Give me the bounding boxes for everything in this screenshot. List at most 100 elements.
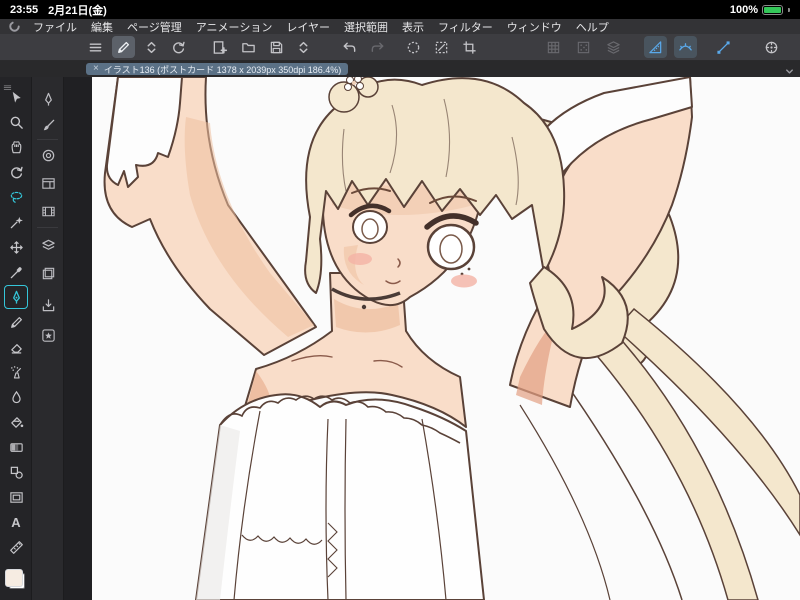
material-icon — [607, 40, 620, 54]
quick-access-dial-button[interactable] — [760, 36, 783, 58]
new-canvas-button[interactable] — [208, 36, 231, 58]
favorites-dock-button[interactable] — [36, 323, 60, 347]
canvas[interactable] — [92, 77, 800, 600]
menu-icon — [89, 43, 102, 51]
menu-item-animation[interactable]: アニメーション — [196, 19, 273, 35]
magic-wand-icon — [10, 216, 23, 228]
sub-tool-icon — [44, 92, 52, 106]
auto-select-tool[interactable] — [4, 210, 28, 234]
menu-item-page-manage[interactable]: ページ管理 — [127, 19, 182, 35]
sub-tool-dock-button[interactable] — [36, 87, 60, 111]
blend-tool[interactable] — [4, 385, 28, 409]
zoom-tool[interactable] — [4, 110, 28, 134]
deselect-button[interactable] — [430, 36, 453, 58]
import-dock-button[interactable] — [36, 293, 60, 317]
airbrush-tool[interactable] — [4, 360, 28, 384]
rotate-canvas-icon — [10, 166, 23, 178]
import-icon — [42, 298, 54, 311]
rotate-canvas-tool[interactable] — [4, 160, 28, 184]
ruler-icon — [9, 540, 23, 554]
menu-item-selection[interactable]: 選択範囲 — [344, 19, 388, 35]
app-logo-icon[interactable] — [8, 20, 21, 33]
move-layer-tool[interactable] — [4, 235, 28, 259]
snap-linear-ruler-button[interactable] — [644, 36, 667, 58]
menu-button[interactable] — [84, 36, 107, 58]
selection-launcher-button[interactable] — [402, 36, 425, 58]
status-date: 2月21日(金) — [48, 4, 107, 17]
toolbar-grip-icon[interactable] — [3, 78, 12, 90]
pencil-tool[interactable] — [4, 310, 28, 334]
menu-item-layer[interactable]: レイヤー — [286, 19, 330, 35]
main-color-swatch[interactable] — [5, 569, 23, 587]
timeline-dock-button[interactable] — [36, 199, 60, 223]
layers-dock-button[interactable] — [36, 261, 60, 285]
collapse-toggle-button[interactable] — [140, 36, 163, 58]
redo-icon — [371, 42, 384, 52]
redo-button[interactable] — [366, 36, 389, 58]
undo-button[interactable] — [338, 36, 361, 58]
collapse-icon — [147, 41, 156, 53]
brush-settings-dock-button[interactable] — [36, 113, 60, 137]
workspace-edit-button[interactable] — [112, 36, 135, 58]
layer-property-icon — [41, 239, 55, 250]
save-file-button[interactable] — [265, 36, 288, 58]
snap-special-ruler-button[interactable] — [674, 36, 697, 58]
airbrush-icon — [10, 365, 21, 378]
lasso-select-tool[interactable] — [4, 185, 28, 209]
crop-mark-button[interactable] — [458, 36, 481, 58]
menu-item-view[interactable]: 表示 — [402, 19, 424, 35]
open-file-button[interactable] — [237, 36, 260, 58]
film-strip-icon — [41, 206, 55, 216]
screentone-button[interactable] — [572, 36, 595, 58]
vector-snap-button[interactable] — [712, 36, 735, 58]
edit-pencil-icon — [118, 41, 130, 53]
magnifier-icon — [10, 116, 23, 129]
crop-icon — [463, 40, 476, 54]
figure-tool[interactable] — [4, 460, 28, 484]
open-folder-icon — [242, 42, 255, 52]
vector-snap-icon — [717, 40, 730, 54]
tab-close-icon[interactable]: × — [93, 64, 99, 74]
material-button[interactable] — [602, 36, 625, 58]
menu-item-filter[interactable]: フィルター — [438, 19, 493, 35]
document-tab-title: イラスト136 (ポストカード 1378 x 2039px 350dpi 186… — [103, 64, 342, 75]
operation-tool[interactable] — [4, 85, 28, 109]
menu-item-file[interactable]: ファイル — [33, 19, 77, 35]
palette-dock — [32, 77, 64, 600]
battery-icon — [762, 4, 783, 15]
rotate-reset-button[interactable] — [167, 36, 190, 58]
navigator-dock-button[interactable] — [36, 171, 60, 195]
pen-tool[interactable] — [4, 285, 28, 309]
document-tab[interactable]: × イラスト136 (ポストカード 1378 x 2039px 350dpi 1… — [86, 63, 349, 75]
eyedropper-icon — [10, 266, 22, 278]
menu-item-edit[interactable]: 編集 — [91, 19, 113, 35]
current-color-swatch[interactable] — [5, 569, 25, 589]
frame-border-tool[interactable] — [4, 485, 28, 509]
eraser-tool[interactable] — [4, 335, 28, 359]
menu-bar: ファイル 編集 ページ管理 アニメーション レイヤー 選択範囲 表示 フィルター… — [0, 19, 800, 34]
fill-tool[interactable] — [4, 410, 28, 434]
menu-item-help[interactable]: ヘルプ — [576, 19, 609, 35]
selection-launcher-icon — [407, 41, 420, 53]
text-tool[interactable]: A — [4, 510, 28, 534]
frame-icon — [9, 491, 23, 503]
eyedropper-tool[interactable] — [4, 260, 28, 284]
panel-toggle-button[interactable] — [292, 36, 315, 58]
lasso-icon — [10, 191, 22, 203]
gradient-tool[interactable] — [4, 435, 28, 459]
brush-icon — [43, 119, 54, 130]
droplet-icon — [11, 390, 21, 403]
ruler-tool[interactable] — [4, 535, 28, 559]
grid-button[interactable] — [542, 36, 565, 58]
panel-toggle-icon — [299, 41, 308, 53]
battery-percent: 100% — [729, 3, 758, 16]
color-wheel-icon — [42, 149, 54, 161]
hand-tool[interactable] — [4, 135, 28, 159]
menu-item-window[interactable]: ウィンドウ — [507, 19, 562, 35]
layer-property-dock-button[interactable] — [36, 233, 60, 257]
paint-bucket-icon — [10, 416, 23, 428]
tab-bar-chevron-icon[interactable] — [784, 64, 795, 75]
undo-icon — [343, 42, 356, 52]
screentone-icon — [577, 41, 590, 53]
color-wheel-dock-button[interactable] — [36, 143, 60, 167]
